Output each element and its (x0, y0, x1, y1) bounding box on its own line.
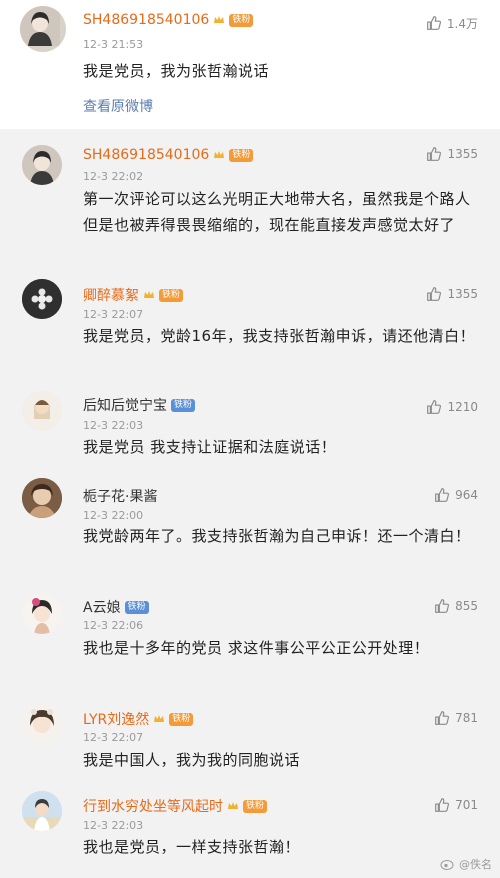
username[interactable]: SH486918540106 铁粉 (83, 12, 254, 28)
avatar[interactable] (22, 279, 62, 319)
fan-badge: 铁粉 (229, 13, 254, 27)
thumbs-up-icon (435, 599, 450, 613)
comment-text: 我是党员，党龄16年，我支持张哲瀚申诉，请还他清白！ (83, 327, 476, 345)
avatar[interactable] (22, 704, 62, 744)
avatar-image (22, 391, 62, 431)
top-comment: SH486918540106 铁粉 12-3 21:53 1.4万 我是党员，我… (0, 0, 500, 129)
thumbs-up-icon (435, 711, 450, 725)
avatar[interactable] (22, 478, 62, 518)
username-text[interactable]: SH486918540106 (83, 147, 209, 163)
like-count: 964 (455, 488, 478, 502)
like-button[interactable]: 1.4万 (425, 14, 478, 32)
fan-badge: 铁粉 (124, 600, 149, 614)
thumbs-up-icon (435, 488, 450, 502)
comment-text: 我也是党员，一样支持张哲瀚！ (83, 838, 301, 856)
like-count: 855 (455, 599, 478, 613)
reply-list: SH486918540106 铁粉 12-3 22:02 1355 第一次评论可… (0, 129, 500, 878)
username[interactable]: LYR刘逸然 铁粉 (83, 709, 194, 729)
username-text[interactable]: 栀子花·果酱 (83, 486, 157, 506)
thumbs-up-icon (427, 400, 442, 414)
like-count: 1210 (447, 400, 478, 414)
thumbs-up-icon (427, 16, 441, 30)
fan-badge: 铁粉 (169, 712, 194, 726)
comment-time: 12-3 22:02 (83, 170, 144, 183)
comment-text: 我是党员，我为张哲瀚说话 (83, 62, 270, 80)
crown-icon (227, 800, 239, 812)
like-button[interactable]: 855 (433, 597, 478, 615)
comment-time: 12-3 22:03 (83, 419, 144, 432)
fan-badge: 铁粉 (171, 398, 196, 412)
like-button[interactable]: 781 (433, 709, 478, 727)
like-button[interactable]: 964 (433, 486, 478, 504)
comment-time: 12-3 22:07 (83, 308, 144, 321)
thumbs-up-icon (427, 287, 442, 301)
watermark-text: @佚名 (459, 858, 492, 871)
username-text[interactable]: 行到水穷处坐等风起时 (83, 796, 223, 816)
like-count: 1355 (447, 147, 478, 161)
username-text[interactable]: 卿醉慕絮 (83, 285, 139, 305)
comment-time: 12-3 22:06 (83, 619, 144, 632)
avatar-image (22, 594, 62, 634)
like-button[interactable]: 1355 (425, 145, 478, 163)
avatar[interactable] (22, 391, 62, 431)
crown-icon (213, 149, 225, 161)
avatar-image (20, 6, 60, 46)
username[interactable]: 栀子花·果酱 (83, 486, 157, 506)
comment-text: 我是党员 我支持让证据和法庭说话！ (83, 438, 337, 456)
username-text[interactable]: 后知后觉宁宝 (83, 395, 167, 415)
crown-icon (143, 289, 155, 301)
comment-text: 我是中国人，我为我的同胞说话 (83, 751, 301, 769)
comment-time: 12-3 22:03 (83, 819, 144, 832)
username[interactable]: A云娘 铁粉 (83, 597, 149, 617)
username[interactable]: 行到水穷处坐等风起时 铁粉 (83, 796, 268, 816)
avatar-image (22, 279, 62, 319)
like-count: 1.4万 (446, 16, 478, 31)
username-text[interactable]: A云娘 (83, 597, 121, 617)
avatar-image (22, 145, 62, 185)
like-button[interactable]: 1210 (425, 398, 478, 416)
crown-icon (213, 14, 225, 26)
comment-text: 我党龄两年了。我支持张哲瀚为自己申诉！还一个清白！ (83, 527, 471, 545)
avatar[interactable] (22, 145, 62, 185)
like-button[interactable]: 701 (433, 796, 478, 814)
avatar[interactable] (22, 594, 62, 634)
username-text[interactable]: LYR刘逸然 (83, 709, 149, 729)
fan-badge: 铁粉 (159, 288, 184, 302)
avatar[interactable] (22, 791, 62, 831)
comment-text: 第一次评论可以这么光明正大地带大名，虽然我是个路人但是也被弄得畏畏缩缩的，现在能… (83, 190, 471, 234)
watermark: @佚名 (440, 856, 492, 872)
username[interactable]: 后知后觉宁宝 铁粉 (83, 395, 196, 415)
like-count: 781 (455, 711, 478, 725)
like-count: 701 (455, 798, 478, 812)
fan-badge: 铁粉 (243, 799, 268, 813)
comment-time: 12-3 22:00 (83, 509, 144, 522)
username-text[interactable]: SH486918540106 (83, 12, 209, 28)
comment-text: 我也是十多年的党员 求这件事公平公正公开处理！ (83, 639, 430, 657)
like-count: 1355 (447, 287, 478, 301)
crown-icon (153, 713, 165, 725)
comment-time: 12-3 22:07 (83, 731, 144, 744)
thumbs-up-icon (427, 147, 442, 161)
username[interactable]: SH486918540106 铁粉 (83, 147, 254, 163)
username[interactable]: 卿醉慕絮 铁粉 (83, 285, 184, 305)
avatar-image (22, 791, 62, 831)
fan-badge: 铁粉 (229, 148, 254, 162)
view-original-link[interactable]: 查看原微博 (83, 96, 153, 116)
weibo-logo-icon (440, 860, 454, 870)
avatar-image (22, 704, 62, 744)
comment-time: 12-3 21:53 (83, 38, 144, 51)
thumbs-up-icon (435, 798, 450, 812)
like-button[interactable]: 1355 (425, 285, 478, 303)
avatar[interactable] (20, 6, 66, 52)
avatar-image (22, 478, 62, 518)
